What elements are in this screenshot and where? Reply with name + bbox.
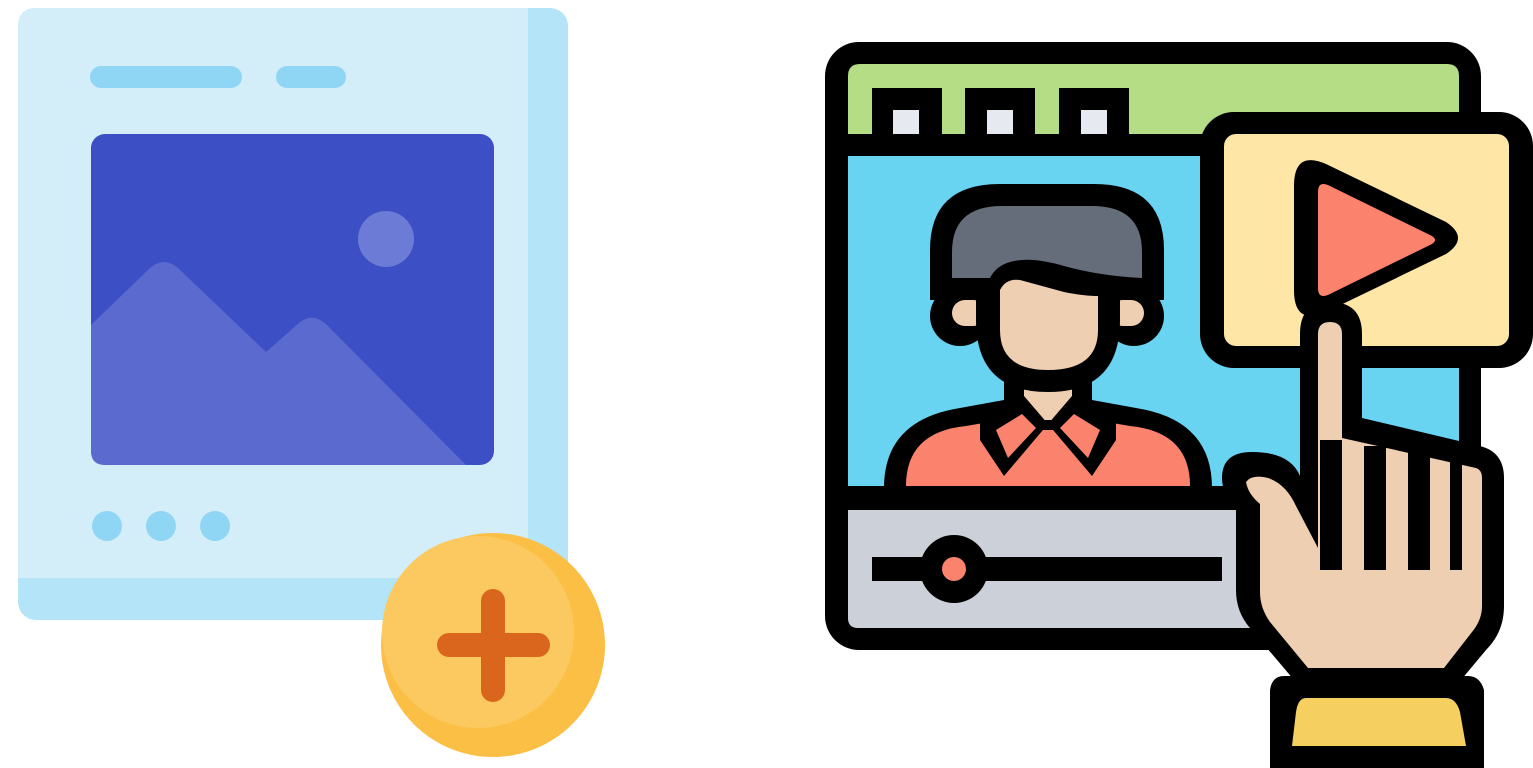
dot-2	[146, 511, 176, 541]
progress-knob-fill	[942, 557, 966, 581]
subtitle-line	[276, 66, 346, 88]
sleeve-fill	[1292, 698, 1466, 746]
add-image-post-graphic	[18, 8, 605, 757]
finger-gap-2	[1364, 446, 1386, 570]
tab-1-inner	[893, 110, 919, 134]
finger-gap-3	[1408, 452, 1430, 570]
plus-icon-vertical	[481, 589, 505, 702]
plus-badge-highlight	[382, 536, 574, 728]
finger-gap-1	[1320, 440, 1342, 570]
dot-3	[200, 511, 230, 541]
add-image-post-icon	[0, 0, 620, 768]
title-line	[90, 66, 242, 88]
tab-2-inner	[987, 110, 1013, 134]
finger-gap-4	[1450, 458, 1462, 570]
sun-icon	[358, 211, 414, 267]
dot-1	[92, 511, 122, 541]
tab-3-inner	[1081, 110, 1107, 134]
video-streaming-click-icon	[800, 0, 1533, 768]
video-streaming-graphic	[825, 42, 1533, 768]
